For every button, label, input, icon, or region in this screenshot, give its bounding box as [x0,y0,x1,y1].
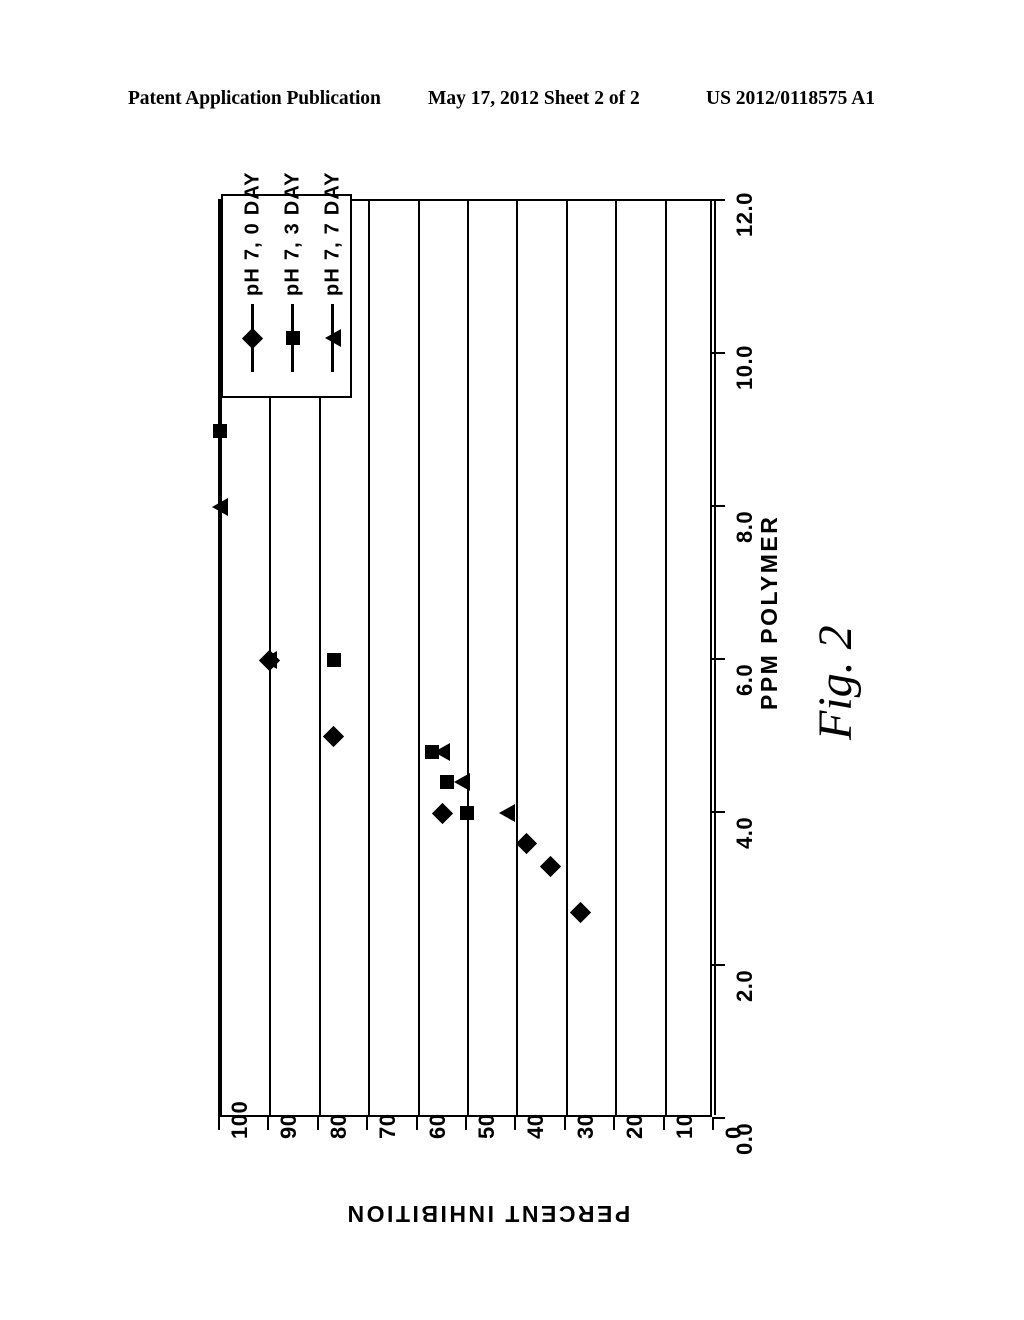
tick-ppm-6.0 [712,658,725,660]
tick-percent-30 [563,1117,566,1130]
square-marker-icon [440,775,455,790]
legend-label-2: pH 7, 7 DAY [321,171,343,296]
ticklabel-ppm-2.0: 2.0 [732,969,757,1002]
tick-ppm-4.0 [712,811,725,813]
diamond-marker-icon [570,901,592,924]
tick-ppm-2.0 [712,964,725,966]
tick-percent-100 [218,1117,220,1130]
ticklabel-percent-30: 30 [572,1113,598,1139]
diamond-marker-icon [431,802,453,824]
ticklabel-percent-40: 40 [523,1113,549,1139]
figure-caption: Fig. 2 [809,625,862,740]
ticklabel-percent-60: 60 [424,1113,450,1139]
square-marker-icon [285,331,300,345]
diamond-marker-icon [323,725,345,748]
legend-label-1: pH 7, 3 DAY [281,171,303,296]
legend-entry-2: pH 7, 7 DAY [311,171,354,396]
square-marker-icon [213,423,227,438]
triangle-marker-icon [324,329,341,347]
ticklabel-percent-10: 10 [671,1113,697,1139]
triangle-marker-icon [454,773,471,792]
tick-percent-90 [267,1117,270,1130]
square-marker-icon [326,653,341,667]
ticklabel-ppm-10.0: 10.0 [732,345,757,390]
diamond-marker-icon [540,855,562,878]
triangle-marker-icon [212,498,228,516]
chart-legend: pH 7, 0 DAY pH 7, 3 DAY pH 7, 7 DAY [221,171,354,398]
ticklabel-percent-90: 90 [276,1113,302,1139]
tick-ppm-8.0 [712,505,725,507]
tick-percent-60 [415,1117,418,1130]
gridline-percent-20 [615,201,618,1115]
gridline-percent-10 [664,201,667,1115]
tick-percent-80 [316,1117,319,1130]
ticklabel-percent-100: 100 [227,1100,252,1139]
tick-percent-20 [613,1117,616,1130]
tick-percent-10 [662,1117,665,1130]
tick-ppm-10.0 [712,352,725,354]
ticklabel-ppm-0.0: 0.0 [732,1122,757,1155]
square-marker-icon [460,806,474,820]
ticklabel-percent-80: 80 [325,1113,351,1139]
diamond-marker-icon [241,327,264,349]
ticklabel-ppm-12.0: 12.0 [732,192,757,237]
gridline-percent-70 [368,201,371,1115]
gridline-percent-50 [467,201,469,1115]
gridline-percent-30 [565,201,568,1115]
tick-percent-40 [514,1117,517,1130]
axis-label-ppm-polymer: PPM POLYMER [756,514,782,710]
ticklabel-ppm-4.0: 4.0 [732,816,757,849]
axis-label-percent-inhibition: PERCENT INHIBITION [345,1201,631,1227]
gridline-percent-40 [516,201,519,1115]
ticklabel-ppm-8.0: 8.0 [732,510,757,543]
ticklabel-percent-50: 50 [474,1113,499,1139]
tick-percent-70 [366,1117,369,1130]
legend-label-0: pH 7, 0 DAY [241,171,263,296]
legend-entry-1: pH 7, 3 DAY [271,171,314,396]
figure-2: 100 90 80 70 60 50 40 30 20 10 0 0.0 2.0 4.0 6.0 8.0 10… [0,0,1024,1320]
triangle-marker-icon [498,804,515,822]
gridline-percent-60 [417,201,420,1115]
tick-percent-50 [465,1117,467,1130]
ticklabel-percent-70: 70 [375,1113,401,1139]
ticklabel-ppm-6.0: 6.0 [732,663,757,696]
triangle-marker-icon [261,651,278,669]
diamond-marker-icon [515,832,537,855]
ticklabel-percent-20: 20 [622,1113,648,1139]
triangle-marker-icon [434,742,451,761]
legend-entry-0: pH 7, 0 DAY [231,171,274,396]
tick-ppm-0.0 [712,1117,725,1119]
tick-ppm-12.0 [712,199,725,201]
